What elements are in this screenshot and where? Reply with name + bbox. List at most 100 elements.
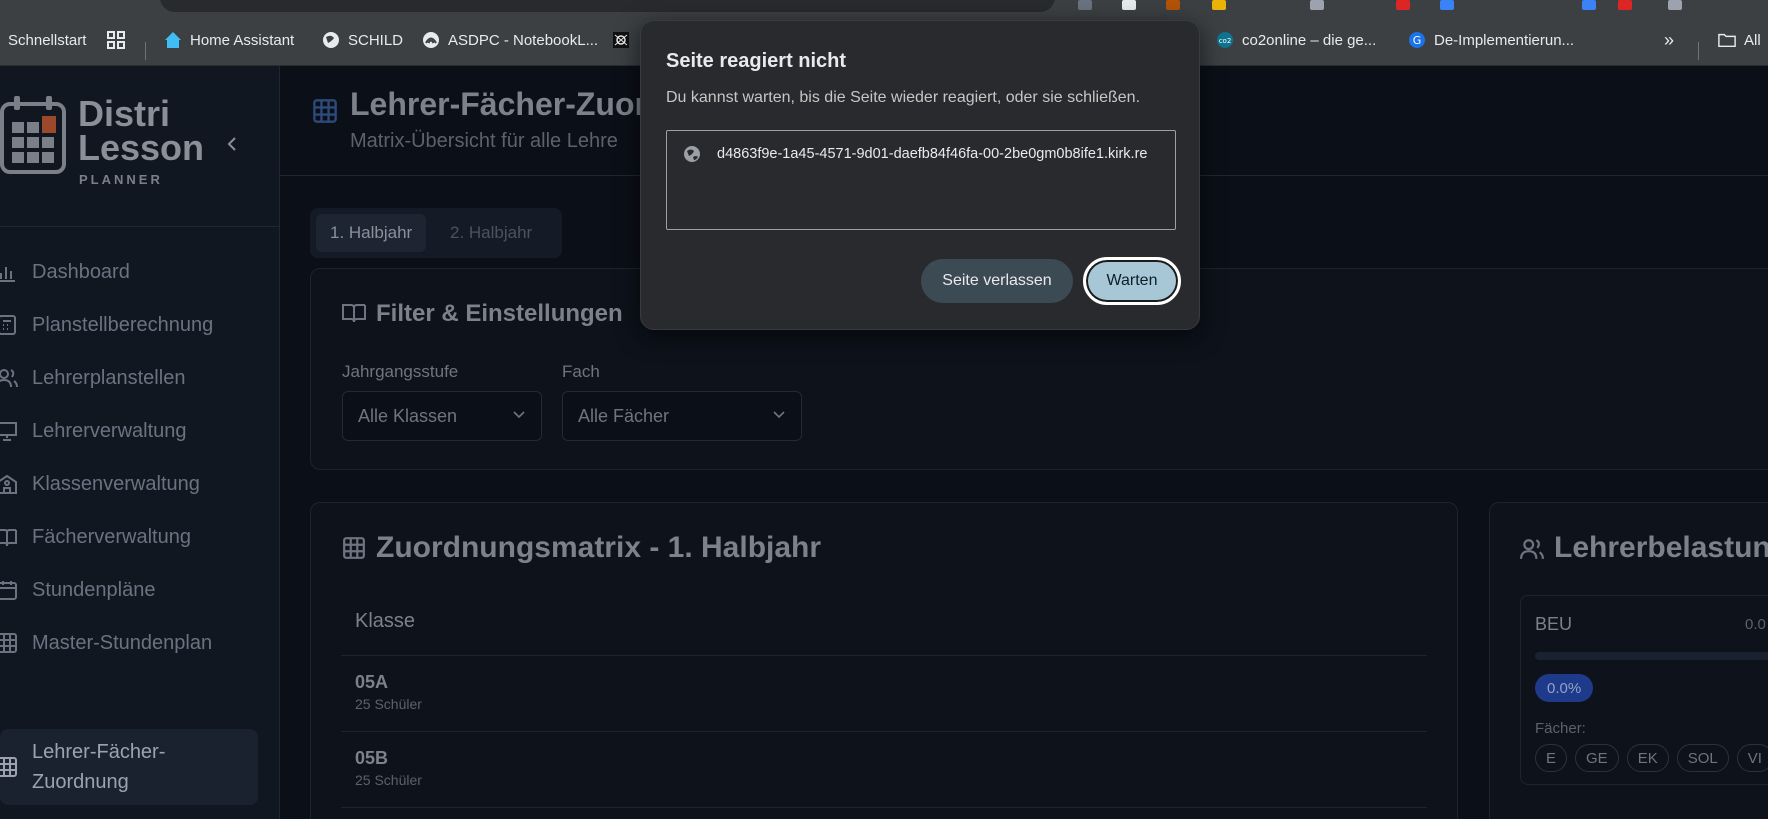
extension-icon[interactable] <box>1212 0 1226 10</box>
extension-icon[interactable] <box>1440 0 1454 10</box>
sidebar-item-lehrerplanstellen[interactable]: Lehrerplanstellen <box>0 355 258 401</box>
dialog-url-box: d4863f9e-1a45-4571-9d01-daefb84f46fa-00-… <box>666 130 1176 230</box>
table-row[interactable]: 05B 25 Schüler <box>341 732 1427 808</box>
extension-icon[interactable] <box>1122 0 1136 10</box>
dialog-url: d4863f9e-1a45-4571-9d01-daefb84f46fa-00-… <box>717 146 1148 162</box>
book-open-icon <box>342 302 366 329</box>
svg-text:G: G <box>1413 34 1422 47</box>
grade-label: Jahrgangsstufe <box>342 362 459 381</box>
extension-icon[interactable] <box>1396 0 1410 10</box>
presentation-icon <box>0 420 18 442</box>
bookmarks-overflow-button[interactable]: » <box>1664 14 1674 66</box>
gemini-icon: G <box>1408 31 1426 49</box>
subjects-label: Fächer: <box>1535 720 1586 737</box>
workload-title: Lehrerbelastung <box>1554 531 1768 564</box>
calculator-icon <box>0 314 18 336</box>
notebooklm-icon <box>422 31 440 49</box>
grid-icon <box>0 756 18 778</box>
subject-chip: E <box>1535 744 1568 772</box>
users-icon <box>1520 537 1544 566</box>
svg-text:co2: co2 <box>1219 37 1232 45</box>
chevron-left-icon <box>227 137 236 151</box>
leave-page-button[interactable]: Seite verlassen <box>921 259 1073 303</box>
bookmark-home-assistant[interactable]: Home Assistant <box>164 14 294 66</box>
extension-icon[interactable] <box>1582 0 1596 10</box>
bug-icon <box>612 31 630 49</box>
grade-select[interactable]: Alle Klassen <box>342 391 542 441</box>
bookmark-schnellstart[interactable]: Schnellstart <box>8 14 86 66</box>
matrix-title: Zuordnungsmatrix - 1. Halbjahr <box>376 531 822 564</box>
class-name: 05B <box>355 748 389 768</box>
student-count: 25 Schüler <box>355 696 422 712</box>
workload-card: Lehrerbelastung BEU 0.0 0.0% Fächer: E G… <box>1489 502 1768 819</box>
sidebar-item-klassenverwaltung[interactable]: Klassenverwaltung <box>0 461 258 507</box>
sidebar-item-master-stundenplan[interactable]: Master-Stundenplan <box>0 620 258 666</box>
table-header-row: Klasse <box>341 588 1427 656</box>
grid-icon <box>0 632 18 654</box>
subject-label: Fach <box>562 362 600 381</box>
sidebar-item-faecherverwaltung[interactable]: Fächerverwaltung <box>0 514 258 560</box>
table-row[interactable]: 05A 25 Schüler <box>341 656 1427 732</box>
wait-button[interactable]: Warten <box>1083 257 1181 305</box>
extension-icon[interactable] <box>1618 0 1632 10</box>
collapse-sidebar-button[interactable] <box>222 134 242 154</box>
tab-first-semester[interactable]: 1. Halbjahr <box>316 214 427 252</box>
sidebar-item-stundenplaene[interactable]: Stundenpläne <box>0 567 258 613</box>
student-count: 25 Schüler <box>355 772 422 788</box>
sidebar-item-lehrerverwaltung[interactable]: Lehrerverwaltung <box>0 408 258 454</box>
class-name: 05A <box>355 672 389 692</box>
subject-chip: EK <box>1626 744 1669 772</box>
subject-chip: SOL <box>1676 744 1729 772</box>
unresponsive-page-dialog: Seite reagiert nicht Du kannst warten, b… <box>640 20 1200 330</box>
bookmark-co2online[interactable]: co2 co2online – die ge... <box>1216 14 1376 66</box>
bar-chart-icon <box>0 261 18 283</box>
filter-title: Filter & Einstellungen <box>376 300 623 327</box>
apps-grid-icon[interactable] <box>106 14 126 66</box>
grid-icon <box>342 536 366 565</box>
school-icon <box>0 473 18 495</box>
subject-chips: E GE EK SOL VI <box>1535 744 1768 772</box>
subject-chip: VI <box>1736 744 1768 772</box>
bookmark-de-implementierung[interactable]: G De-Implementierun... <box>1408 14 1574 66</box>
semester-tabs: 1. Halbjahr 2. Halbjahr <box>310 208 562 258</box>
workload-value: 0.0 <box>1745 616 1766 633</box>
subject-chip: GE <box>1575 744 1619 772</box>
extension-icon[interactable] <box>1166 0 1180 10</box>
dialog-title: Seite reagiert nicht <box>666 50 847 72</box>
globe-icon <box>683 145 701 168</box>
chevron-down-icon <box>511 406 527 427</box>
page-subtitle: Matrix-Übersicht für alle Lehre <box>350 130 618 152</box>
bookmark-asdpc[interactable]: ASDPC - NotebookL... <box>422 14 598 66</box>
logo-text: Lesson <box>78 127 205 168</box>
bookmark-schild[interactable]: SCHILD <box>322 14 403 66</box>
extension-icon[interactable] <box>1668 0 1682 10</box>
tab-second-semester[interactable]: 2. Halbjahr <box>436 214 546 252</box>
logo: Distri Lesson PLANNER <box>0 96 250 196</box>
bookmark-unnamed[interactable] <box>612 14 630 66</box>
browser-toolbar <box>0 0 1768 14</box>
chevron-down-icon <box>771 406 787 427</box>
users-icon <box>0 367 18 389</box>
sidebar-item-dashboard[interactable]: Dashboard <box>0 249 258 295</box>
globe-icon <box>322 31 340 49</box>
column-header-klasse: Klasse <box>355 610 416 632</box>
sidebar: Distri Lesson PLANNER Dashboard Planstel… <box>0 66 280 819</box>
page-title: Lehrer-Fächer-Zuor <box>350 86 647 122</box>
extension-icon[interactable] <box>1078 0 1092 10</box>
grid-icon <box>312 98 338 129</box>
all-bookmarks-folder[interactable]: All <box>1718 14 1761 66</box>
calendar-logo-icon <box>0 96 66 174</box>
address-bar[interactable] <box>160 0 1055 12</box>
sidebar-item-planstellberechnung[interactable]: Planstellberechnung <box>0 302 258 348</box>
teacher-code: BEU <box>1535 614 1573 634</box>
home-assistant-icon <box>164 31 182 49</box>
sidebar-item-lehrer-faecher-zuordnung[interactable]: Lehrer-Fächer- Zuordnung <box>0 729 258 805</box>
dialog-message: Du kannst warten, bis die Seite wieder r… <box>666 89 1141 106</box>
extension-icon[interactable] <box>1310 0 1324 10</box>
subject-select[interactable]: Alle Fächer <box>562 391 802 441</box>
workload-percent-badge: 0.0% <box>1535 674 1594 702</box>
book-icon <box>0 526 18 548</box>
calendar-icon <box>0 579 18 601</box>
folder-icon <box>1718 31 1736 49</box>
teacher-card[interactable]: BEU 0.0 0.0% Fächer: E GE EK SOL VI <box>1520 595 1768 785</box>
